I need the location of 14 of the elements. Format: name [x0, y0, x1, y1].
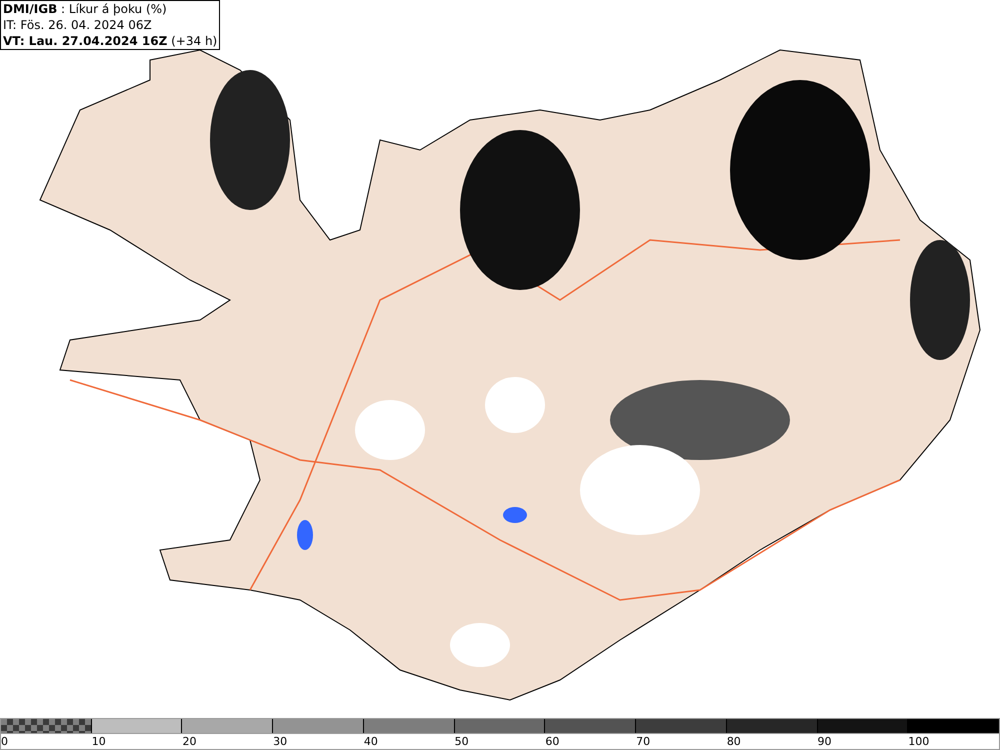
header-line: IT: Fös. 26. 04. 2024 06Z — [3, 17, 153, 33]
legend-label: 30 — [273, 735, 288, 748]
legend-label: 90 — [818, 735, 832, 748]
header-line: DMI/IGB : Líkur á þoku (%) — [3, 1, 168, 17]
legend-label: 40 — [364, 735, 378, 748]
legend-label: 10 — [92, 735, 106, 748]
legend-label: 80 — [726, 735, 741, 748]
legend-label: 60 — [545, 735, 560, 748]
legend-label: 70 — [636, 735, 650, 748]
legend-label: 50 — [454, 735, 469, 748]
legend-label: 100 — [908, 735, 930, 748]
legend-label: 0 — [1, 735, 8, 748]
legend-label: 20 — [182, 735, 196, 748]
header-line: VT: Lau. 27.04.2024 16Z (+34 h) — [3, 33, 218, 49]
